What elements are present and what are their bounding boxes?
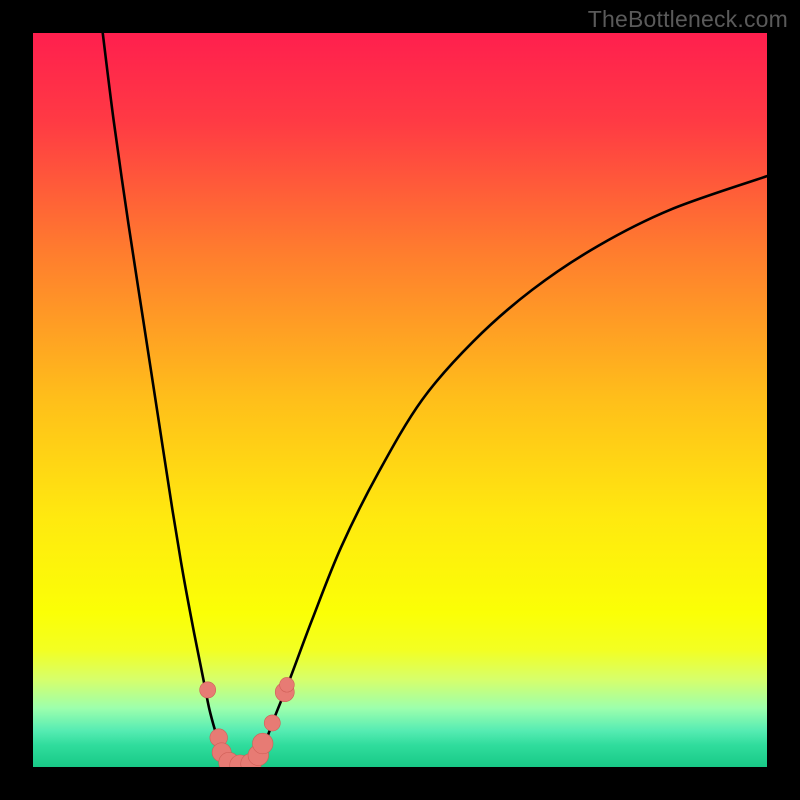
data-marker [200, 682, 216, 698]
data-marker [280, 677, 295, 692]
watermark-text: TheBottleneck.com [588, 6, 788, 33]
curve-path [103, 33, 767, 766]
plot-area [33, 33, 767, 767]
data-marker [264, 715, 280, 731]
outer-frame: TheBottleneck.com [0, 0, 800, 800]
data-marker [252, 733, 273, 754]
bottleneck-curve [33, 33, 767, 767]
